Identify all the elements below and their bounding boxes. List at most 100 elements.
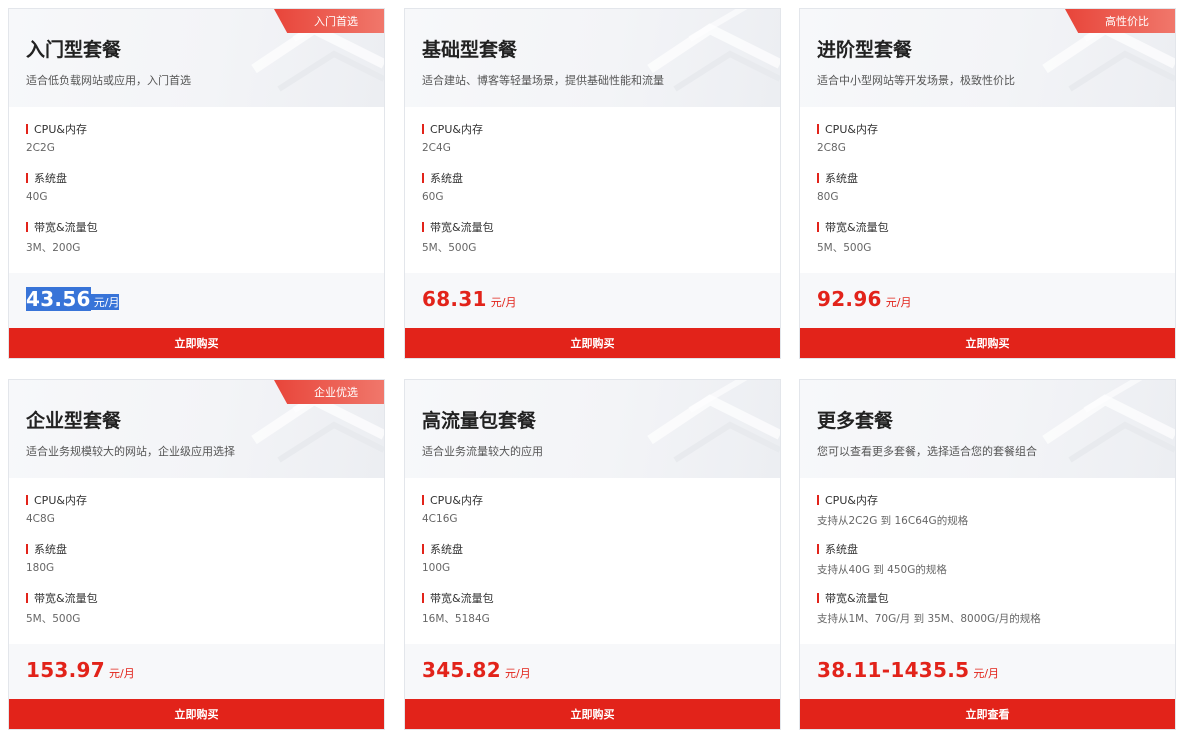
- spec-list: CPU&内存 2C8G 系统盘 80G 带宽&流量包 5M、500G: [817, 121, 1165, 268]
- price: 43.56 元/月: [26, 287, 120, 311]
- spec-value: 4C8G: [26, 513, 55, 525]
- spec-label: 带宽&流量包: [430, 592, 494, 605]
- plan-card-high-traffic: 高流量包套餐 适合业务流量较大的应用 CPU&内存 4C16G 系统盘 100G…: [404, 379, 781, 730]
- spec-cpu-memory: CPU&内存 2C2G: [26, 121, 374, 170]
- buy-now-button[interactable]: 立即购买: [405, 328, 780, 358]
- spec-value: 2C8G: [817, 142, 846, 154]
- accent-bar: [422, 495, 424, 505]
- price-area: 153.97 元/月: [9, 644, 384, 700]
- price-unit: 元/月: [504, 667, 531, 680]
- accent-bar: [26, 544, 28, 554]
- spec-cpu-memory: CPU&内存 2C8G: [817, 121, 1165, 170]
- accent-bar: [26, 593, 28, 603]
- accent-bar: [422, 544, 424, 554]
- price: 153.97 元/月: [26, 658, 135, 682]
- plan-description: 您可以查看更多套餐，选择适合您的套餐组合: [817, 445, 1037, 458]
- accent-bar: [422, 222, 424, 232]
- price-amount: 68.31: [422, 287, 487, 311]
- plan-title: 企业型套餐: [26, 410, 122, 432]
- price: 38.11-1435.5 元/月: [817, 658, 999, 682]
- price-amount: 153.97: [26, 658, 105, 682]
- buy-now-button[interactable]: 立即购买: [405, 699, 780, 729]
- spec-value: 2C2G: [26, 142, 55, 154]
- decorative-pattern: [1042, 380, 1175, 463]
- spec-value: 5M、500G: [26, 613, 81, 625]
- spec-label: 系统盘: [34, 543, 67, 556]
- plan-card-header: 基础型套餐 适合建站、博客等轻量场景，提供基础性能和流量: [405, 9, 780, 107]
- spec-value: 支持从1M、70G/月 到 35M、8000G/月的规格: [817, 613, 1041, 625]
- spec-list: CPU&内存 2C4G 系统盘 60G 带宽&流量包 5M、500G: [422, 121, 770, 268]
- view-now-button[interactable]: 立即查看: [800, 699, 1175, 729]
- spec-cpu-memory: CPU&内存 2C4G: [422, 121, 770, 170]
- accent-bar: [817, 173, 819, 183]
- spec-bandwidth: 带宽&流量包 5M、500G: [817, 219, 1165, 268]
- buy-now-button[interactable]: 立即购买: [9, 699, 384, 729]
- spec-bandwidth: 带宽&流量包 5M、500G: [26, 590, 374, 639]
- price-area: 92.96 元/月: [800, 273, 1175, 329]
- spec-bandwidth: 带宽&流量包 16M、5184G: [422, 590, 770, 639]
- price-unit: 元/月: [490, 296, 517, 309]
- decorative-pattern: [647, 380, 780, 463]
- buy-now-button[interactable]: 立即购买: [9, 328, 384, 358]
- accent-bar: [422, 593, 424, 603]
- spec-system-disk: 系统盘 40G: [26, 170, 374, 219]
- plan-card-enterprise: 企业优选 企业型套餐 适合业务规模较大的网站，企业级应用选择 CPU&内存 4C…: [8, 379, 385, 730]
- spec-list: CPU&内存 4C8G 系统盘 180G 带宽&流量包 5M、500G: [26, 492, 374, 639]
- plan-title: 入门型套餐: [26, 39, 122, 61]
- spec-label: 带宽&流量包: [825, 592, 889, 605]
- spec-cpu-memory: CPU&内存 4C16G: [422, 492, 770, 541]
- accent-bar: [817, 495, 819, 505]
- plan-title: 进阶型套餐: [817, 39, 913, 61]
- spec-value: 支持从2C2G 到 16C64G的规格: [817, 515, 969, 527]
- price-area: 68.31 元/月: [405, 273, 780, 329]
- plan-description: 适合业务规模较大的网站，企业级应用选择: [26, 445, 235, 458]
- plan-card-header: 高流量包套餐 适合业务流量较大的应用: [405, 380, 780, 478]
- spec-value: 180G: [26, 562, 55, 574]
- accent-bar: [26, 495, 28, 505]
- spec-value: 40G: [26, 191, 48, 203]
- price: 92.96 元/月: [817, 287, 911, 311]
- price-unit: 元/月: [90, 294, 120, 310]
- price-area: 38.11-1435.5 元/月: [800, 644, 1175, 700]
- spec-label: CPU&内存: [34, 123, 87, 136]
- plan-card-header: 企业优选 企业型套餐 适合业务规模较大的网站，企业级应用选择: [9, 380, 384, 478]
- spec-system-disk: 系统盘 80G: [817, 170, 1165, 219]
- spec-value: 支持从40G 到 450G的规格: [817, 564, 947, 576]
- price-area: 345.82 元/月: [405, 644, 780, 700]
- price-unit: 元/月: [973, 667, 1000, 680]
- plan-card-header: 入门首选 入门型套餐 适合低负载网站或应用，入门首选: [9, 9, 384, 107]
- plan-title: 更多套餐: [817, 410, 894, 432]
- price: 345.82 元/月: [422, 658, 531, 682]
- spec-value: 3M、200G: [26, 242, 81, 254]
- badge-ribbon: 企业优选: [274, 380, 384, 404]
- spec-value: 4C16G: [422, 513, 458, 525]
- spec-value: 5M、500G: [817, 242, 872, 254]
- accent-bar: [422, 124, 424, 134]
- plan-card-starter: 入门首选 入门型套餐 适合低负载网站或应用，入门首选 CPU&内存 2C2G 系…: [8, 8, 385, 359]
- price-unit: 元/月: [108, 667, 135, 680]
- price-amount: 345.82: [422, 658, 501, 682]
- price-amount: 43.56: [26, 287, 91, 311]
- badge-ribbon: 高性价比: [1065, 9, 1175, 33]
- spec-value: 16M、5184G: [422, 613, 490, 625]
- accent-bar: [817, 124, 819, 134]
- decorative-pattern: [647, 9, 780, 92]
- spec-value: 5M、500G: [422, 242, 477, 254]
- spec-bandwidth: 带宽&流量包 3M、200G: [26, 219, 374, 268]
- spec-value: 80G: [817, 191, 839, 203]
- spec-list: CPU&内存 支持从2C2G 到 16C64G的规格 系统盘 支持从40G 到 …: [817, 492, 1165, 639]
- spec-label: 系统盘: [34, 172, 67, 185]
- buy-now-button[interactable]: 立即购买: [800, 328, 1175, 358]
- price-area: 43.56 元/月: [9, 273, 384, 329]
- spec-label: 带宽&流量包: [825, 221, 889, 234]
- plan-description: 适合业务流量较大的应用: [422, 445, 543, 458]
- price: 68.31 元/月: [422, 287, 516, 311]
- spec-list: CPU&内存 4C16G 系统盘 100G 带宽&流量包 16M、5184G: [422, 492, 770, 639]
- spec-list: CPU&内存 2C2G 系统盘 40G 带宽&流量包 3M、200G: [26, 121, 374, 268]
- accent-bar: [817, 544, 819, 554]
- spec-label: CPU&内存: [430, 494, 483, 507]
- plan-title: 高流量包套餐: [422, 410, 537, 432]
- badge-ribbon: 入门首选: [274, 9, 384, 33]
- spec-label: 带宽&流量包: [34, 221, 98, 234]
- accent-bar: [817, 222, 819, 232]
